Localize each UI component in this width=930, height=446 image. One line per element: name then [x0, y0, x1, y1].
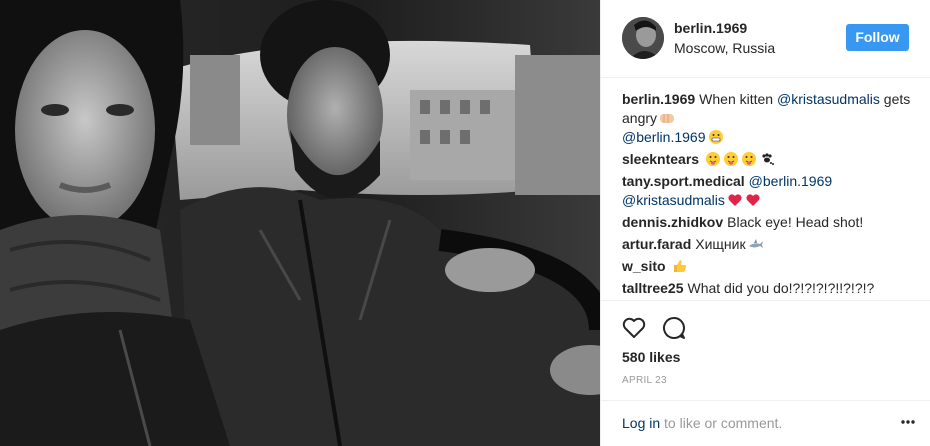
fist-emoji: [660, 114, 675, 123]
red-heart-emoji: [728, 194, 742, 206]
comment-text: Black eye! Head shot!: [727, 214, 864, 230]
header-username[interactable]: berlin.1969: [674, 20, 747, 36]
comment-item: berlin.1969 When kitten @kristasudmalis g…: [622, 90, 912, 147]
comment-mention[interactable]: @kristasudmalis: [622, 192, 725, 208]
comment-mention[interactable]: @berlin.1969: [749, 173, 833, 189]
comment-mention[interactable]: @kristasudmalis: [777, 91, 880, 107]
comment-username[interactable]: artur.farad: [622, 236, 691, 252]
comment-item: tany.sport.medical @berlin.1969 @kristasu…: [622, 172, 912, 210]
login-prompt-text: to like or comment.: [664, 415, 783, 431]
comment-text: Хищник: [695, 236, 746, 252]
comments-list: berlin.1969 When kitten @kristasudmalis g…: [622, 90, 912, 300]
post-photo[interactable]: [0, 0, 600, 446]
comment-icon[interactable]: [661, 315, 687, 341]
follow-button[interactable]: Follow: [846, 24, 909, 51]
avatar[interactable]: [622, 17, 664, 59]
login-prompt: Log in to like or comment.: [622, 415, 782, 431]
heart-icon[interactable]: [621, 315, 647, 341]
comment-username[interactable]: dennis.zhidkov: [622, 214, 723, 230]
post-actions: 580 likes APRIL 23: [601, 300, 930, 400]
comment-item: artur.farad Хищник: [622, 235, 912, 254]
login-link[interactable]: Log in: [622, 415, 660, 431]
post-container: berlin.1969 Moscow, Russia Follow berlin…: [0, 0, 930, 446]
comment-text: When kitten: [699, 91, 774, 107]
photo-image: [0, 0, 600, 446]
shark-emoji: [748, 239, 763, 248]
red-heart-emoji: [746, 194, 760, 206]
tongue-face-emoji: [724, 152, 739, 166]
tongue-face-emoji: [742, 152, 757, 166]
comment-text: What did you do!?!?!?!?!!?!?!?: [687, 280, 875, 296]
comment-item: talltree25 What did you do!?!?!?!?!!?!?!?: [622, 279, 912, 298]
post-date[interactable]: APRIL 23: [622, 375, 667, 386]
post-side-panel: berlin.1969 Moscow, Russia Follow berlin…: [600, 0, 930, 446]
tongue-face-emoji: [706, 152, 721, 166]
comment-item: dennis.zhidkov Black eye! Head shot!: [622, 213, 912, 232]
more-options-icon[interactable]: [899, 412, 917, 432]
paw-prints-emoji: [762, 153, 775, 165]
comment-username[interactable]: berlin.1969: [622, 91, 695, 107]
comment-mention[interactable]: @berlin.1969: [622, 129, 706, 145]
header-location[interactable]: Moscow, Russia: [674, 40, 775, 56]
comment-username[interactable]: sleekntears: [622, 151, 699, 167]
comment-username[interactable]: tany.sport.medical: [622, 173, 745, 189]
avatar-image: [622, 17, 664, 59]
comment-username[interactable]: talltree25: [622, 280, 683, 296]
likes-count[interactable]: 580 likes: [622, 349, 680, 365]
comment-item: sleekntears: [622, 150, 912, 169]
post-header: berlin.1969 Moscow, Russia Follow: [601, 0, 930, 78]
grimace-emoji: [708, 130, 723, 144]
comment-item: w_sito: [622, 257, 912, 276]
comment-username[interactable]: w_sito: [622, 258, 666, 274]
thumbs-up-emoji: [673, 260, 686, 272]
post-footer: Log in to like or comment.: [601, 400, 930, 446]
